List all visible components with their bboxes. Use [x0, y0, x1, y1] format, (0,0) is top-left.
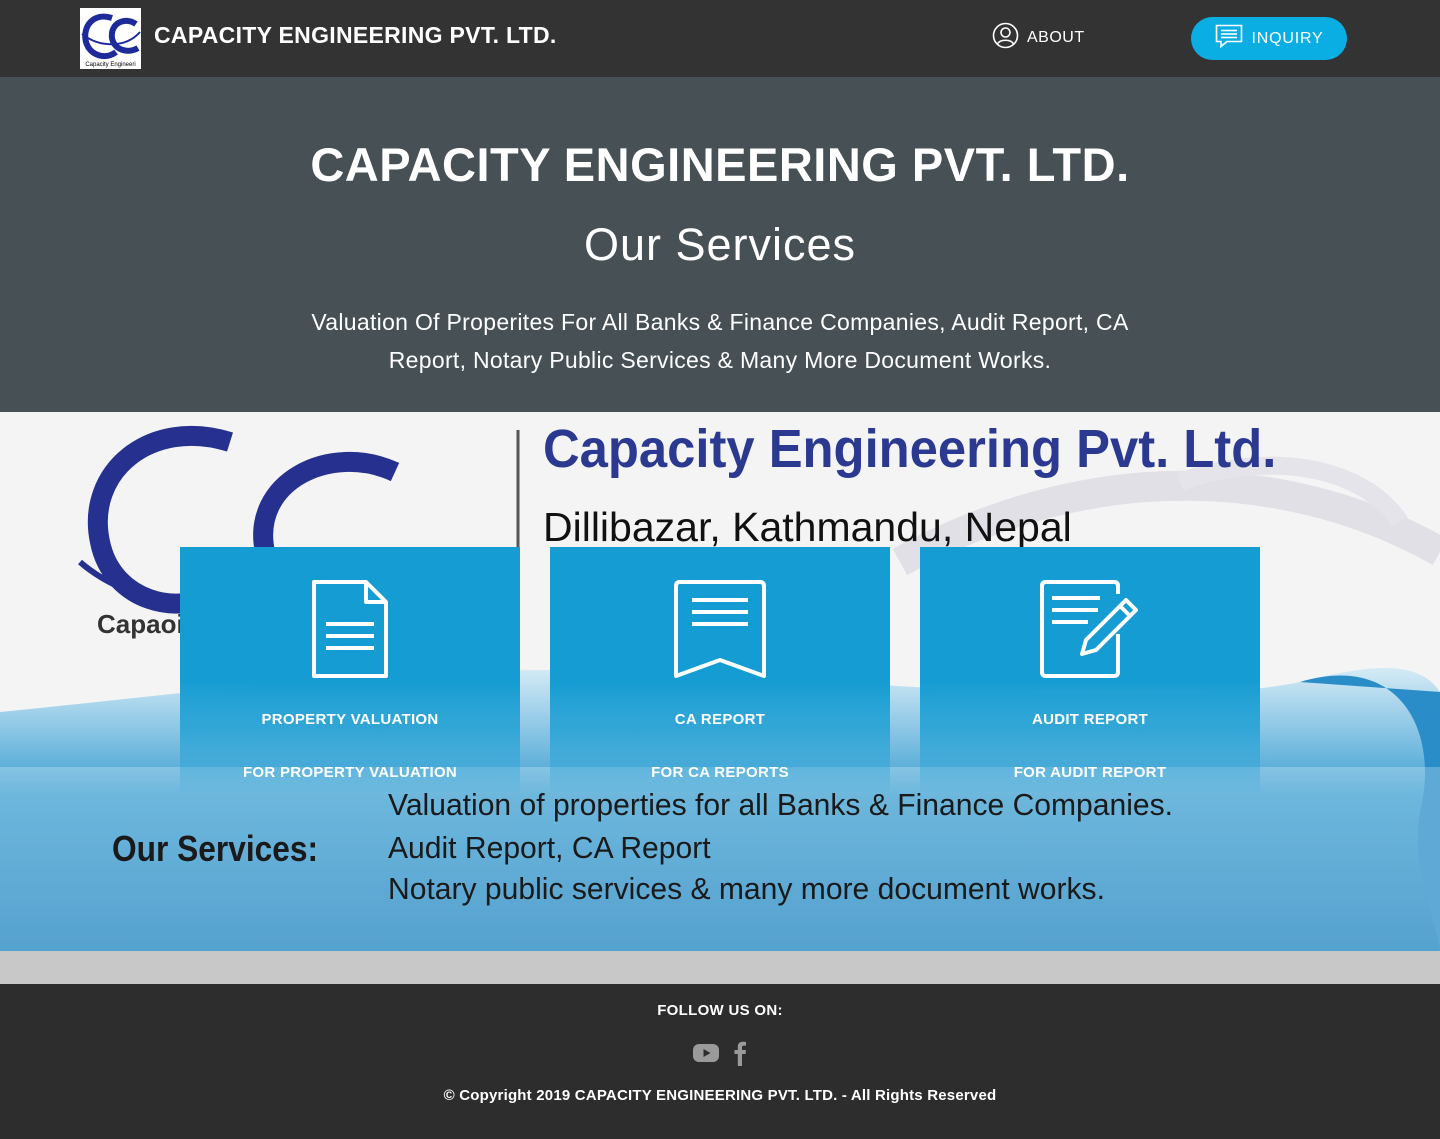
bookmark-list-icon — [550, 578, 890, 680]
service-card-audit-report[interactable]: AUDIT REPORT FOR AUDIT REPORT — [920, 547, 1260, 792]
follow-us-label: FOLLOW US ON: — [657, 1002, 783, 1019]
top-navigation-bar: Capacity Engineeri CAPACITY ENGINEERING … — [0, 0, 1440, 77]
nav-about-link[interactable]: ABOUT — [992, 22, 1085, 54]
service-caption: FOR AUDIT REPORT — [1013, 764, 1167, 781]
service-title: CA REPORT — [674, 711, 766, 728]
hero-section: CAPACITY ENGINEERING PVT. LTD. Our Servi… — [0, 77, 1440, 412]
banner-services-heading: Our Services: — [112, 828, 319, 869]
hero-subtitle: Our Services — [583, 219, 857, 270]
company-logo[interactable]: Capacity Engineeri — [80, 8, 141, 69]
service-caption: FOR CA REPORTS — [651, 764, 789, 781]
footer: FOLLOW US ON: © Copyright 2019 CAPACITY … — [0, 984, 1440, 1139]
user-circle-icon — [992, 22, 1019, 54]
banner-company-name: Capacity Engineering Pvt. Ltd. — [543, 419, 1277, 479]
logo-caption: Capacity Engineeri — [85, 62, 136, 68]
document-icon — [180, 578, 520, 680]
hero-description: Valuation Of Properites For All Banks & … — [311, 309, 1129, 373]
banner-service-line: Valuation of properties for all Banks & … — [388, 787, 1174, 822]
nav-about-label: ABOUT — [1027, 29, 1085, 46]
service-title: PROPERTY VALUATION — [261, 711, 439, 728]
service-card-property-valuation[interactable]: PROPERTY VALUATION FOR PROPERTY VALUATIO… — [180, 547, 520, 792]
banner-address: Dillibazar, Kathmandu, Nepal — [543, 504, 1072, 550]
logo-mark-icon — [81, 13, 141, 60]
inquiry-button[interactable]: INQUIRY — [1191, 17, 1347, 60]
facebook-icon[interactable] — [733, 1040, 747, 1066]
banner-service-line: Notary public services & many more docum… — [388, 871, 1105, 906]
service-card-ca-report[interactable]: CA REPORT FOR CA REPORTS — [550, 547, 890, 792]
inquiry-label: INQUIRY — [1251, 29, 1324, 47]
banner-service-line: Audit Report, CA Report — [388, 830, 711, 865]
copyright-text: © Copyright 2019 CAPACITY ENGINEERING PV… — [443, 1087, 997, 1104]
edit-document-icon — [920, 578, 1260, 680]
service-title: AUDIT REPORT — [1031, 711, 1149, 728]
banner-logo-label: Capaoit — [97, 609, 193, 639]
youtube-icon[interactable] — [693, 1043, 719, 1063]
brand-name[interactable]: CAPACITY ENGINEERING PVT. LTD. — [154, 22, 557, 49]
service-caption: FOR PROPERTY VALUATION — [242, 764, 458, 781]
social-links — [0, 1038, 1440, 1068]
hero-title: CAPACITY ENGINEERING PVT. LTD. — [310, 138, 1130, 191]
message-icon — [1215, 24, 1243, 53]
